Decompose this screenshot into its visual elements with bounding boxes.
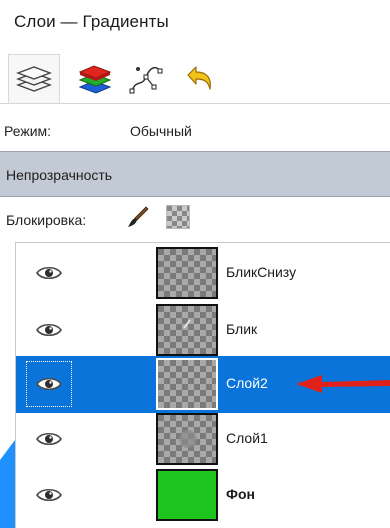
- tab-paths[interactable]: [120, 54, 172, 104]
- tab-underline: [0, 103, 390, 104]
- layer-thumbnail: [156, 358, 218, 410]
- undo-icon: [187, 66, 211, 90]
- tab-layers[interactable]: [8, 54, 60, 104]
- eye-icon: [36, 488, 62, 502]
- layer-name: Слой1: [226, 430, 268, 446]
- opacity-label: Непрозрачность: [6, 167, 113, 183]
- dock-tabs: [6, 52, 390, 106]
- eye-icon: [36, 377, 62, 391]
- layer-row[interactable]: БликСнизу: [16, 245, 390, 302]
- mode-label: Режим:: [4, 123, 52, 139]
- layer-row[interactable]: Слой1: [16, 411, 390, 468]
- eye-icon: [36, 266, 62, 280]
- layer-thumbnail: [156, 413, 218, 465]
- layer-name: Фон: [226, 486, 255, 502]
- layers-icon: [16, 66, 52, 92]
- lock-label: Блокировка:: [6, 212, 87, 228]
- panel-title: Слои — Градиенты: [14, 12, 169, 31]
- layer-name: БликСнизу: [226, 264, 297, 280]
- layer-thumbnail: [156, 304, 218, 356]
- layer-row[interactable]: Фон: [16, 467, 390, 524]
- layer-thumbnail: [156, 469, 218, 521]
- brush-icon[interactable]: [126, 205, 150, 229]
- tab-channels[interactable]: [68, 54, 120, 104]
- annotation-arrow: [296, 375, 390, 393]
- background-decoration: [0, 440, 15, 528]
- layer-thumbnail: [156, 247, 218, 299]
- alpha-lock-icon[interactable]: [166, 205, 190, 229]
- visibility-toggle[interactable]: [26, 307, 72, 353]
- visibility-toggle[interactable]: [26, 250, 72, 296]
- layer-name: Слой2: [226, 375, 268, 391]
- eye-icon: [36, 432, 62, 446]
- layer-name: Блик: [226, 321, 258, 337]
- paths-icon: [129, 66, 163, 94]
- layer-row[interactable]: Блик: [16, 302, 390, 359]
- channels-icon: [78, 65, 112, 94]
- tab-undo-history[interactable]: [172, 54, 224, 104]
- visibility-toggle[interactable]: [26, 361, 72, 407]
- eye-icon: [36, 323, 62, 337]
- visibility-toggle[interactable]: [26, 472, 72, 518]
- mode-dropdown[interactable]: Обычный: [130, 123, 192, 139]
- visibility-toggle[interactable]: [26, 416, 72, 462]
